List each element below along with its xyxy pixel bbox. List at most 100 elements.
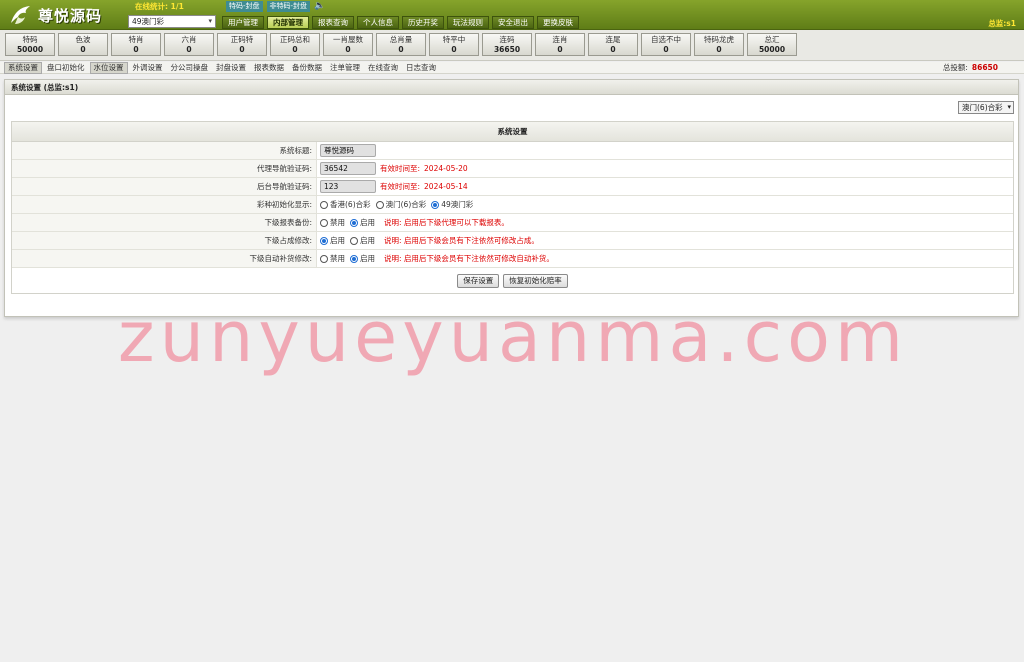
nav-play-rules[interactable]: 玩法规则 (447, 16, 489, 29)
nav-user-management[interactable]: 用户管理 (222, 16, 264, 29)
radio-enable[interactable]: 启用 (350, 253, 375, 264)
quota-item[interactable]: 一肖屋数 0 (323, 33, 373, 56)
radio-disable[interactable]: 禁用 (320, 217, 345, 228)
auto-fill-note: 说明: 启用后下级会员有下注依然可修改自动补货。 (384, 254, 554, 263)
restore-odds-button[interactable]: 恢复初始化赔率 (503, 273, 568, 288)
subnav-branch-trading[interactable]: 分公司操盘 (168, 62, 212, 74)
radio-dot[interactable] (320, 254, 328, 263)
subnav-seal-settings[interactable]: 封盘设置 (213, 62, 249, 74)
radio-dot[interactable] (350, 254, 358, 263)
field-label: 代理导航验证码: (12, 160, 317, 177)
quota-item[interactable]: 连肖 0 (535, 33, 585, 56)
radio-enable[interactable]: 启用 (320, 235, 345, 246)
quota-item[interactable]: 六肖 0 (164, 33, 214, 56)
row-lottery-init: 彩种初始化显示: 香港(6)合彩 澳门(6)合彩 49澳门彩 (12, 196, 1013, 214)
seal-tag-special: 特码-封盘 (226, 1, 263, 12)
online-count: 在线统计: 1/1 (135, 2, 184, 11)
radio-label: 启用 (360, 254, 375, 263)
logo: 尊悦源码 (8, 3, 102, 27)
subnav-report-data[interactable]: 报表数据 (251, 62, 287, 74)
quota-label: 总汇 (764, 35, 780, 44)
subnav-odds-init[interactable]: 盘口初始化 (44, 62, 88, 74)
row-agent-code: 代理导航验证码: 36542 有效时间至: 2024-05-20 (12, 160, 1013, 178)
top-header: 尊悦源码 在线统计: 1/1 49澳门彩 ▾ 特码-封盘 非特码-封盘 🔈 用户… (0, 0, 1024, 30)
quota-value: 0 (345, 45, 351, 54)
total-bet: 总投额: 86650 (943, 62, 998, 74)
quota-item[interactable]: 连码 36650 (482, 33, 532, 56)
quota-item[interactable]: 特平中 0 (429, 33, 479, 56)
subnav-external-settings[interactable]: 外调设置 (130, 62, 166, 74)
quota-value: 0 (292, 45, 298, 54)
subnav-backup-data[interactable]: 备份数据 (289, 62, 325, 74)
field-label: 彩种初始化显示: (12, 196, 317, 213)
field-label: 后台导航验证码: (12, 178, 317, 195)
quota-item[interactable]: 连尾 0 (588, 33, 638, 56)
row-auto-fill: 下级自动补货修改: 禁用 启用 说明: 启用后下级会员有下注依然可修改自动补货。 (12, 250, 1013, 268)
radio-disable[interactable]: 禁用 (320, 253, 345, 264)
radio-label: 禁用 (330, 218, 345, 227)
expiry-date: 2024-05-20 (424, 164, 468, 173)
quota-value: 0 (716, 45, 722, 54)
region-select-value: 澳门(6)合彩 (962, 103, 1003, 112)
region-select[interactable]: 澳门(6)合彩 ▾ (958, 101, 1014, 114)
radio-dot[interactable] (350, 218, 358, 227)
agent-code-input[interactable]: 36542 (320, 162, 376, 175)
quota-item[interactable]: 特码龙虎 0 (694, 33, 744, 56)
quota-label: 正码特 (230, 35, 254, 44)
logo-text: 尊悦源码 (38, 6, 103, 25)
quota-item[interactable]: 总汇 50000 (747, 33, 797, 56)
radio-label: 禁用 (330, 254, 345, 263)
radio-label: 香港(6)合彩 (330, 200, 371, 209)
quota-value: 0 (239, 45, 245, 54)
radio-enable-2[interactable]: 启用 (350, 235, 375, 246)
quota-item[interactable]: 特码 50000 (5, 33, 55, 56)
system-title-input[interactable]: 尊悦源码 (320, 144, 376, 157)
game-select[interactable]: 49澳门彩 ▾ (128, 15, 216, 28)
radio-dot[interactable] (320, 218, 328, 227)
quota-label: 连肖 (552, 35, 568, 44)
nav-personal-info[interactable]: 个人信息 (357, 16, 399, 29)
radio-hongkong[interactable]: 香港(6)合彩 (320, 199, 371, 210)
nav-history-draw[interactable]: 历史开奖 (402, 16, 444, 29)
quota-item[interactable]: 正码特 0 (217, 33, 267, 56)
radio-dot[interactable] (375, 200, 384, 209)
quota-item[interactable]: 正码总和 0 (270, 33, 320, 56)
radio-enable[interactable]: 启用 (350, 217, 375, 228)
top-nav: 用户管理 内部管理 报表查询 个人信息 历史开奖 玩法规则 安全退出 更换皮肤 (222, 16, 579, 29)
row-admin-code: 后台导航验证码: 123 有效时间至: 2024-05-14 (12, 178, 1013, 196)
nav-report-query[interactable]: 报表查询 (312, 16, 354, 29)
speaker-icon[interactable]: 🔈 (314, 2, 325, 11)
radio-dot[interactable] (320, 200, 328, 209)
total-bet-value: 86650 (971, 63, 998, 72)
subnav-online-query[interactable]: 在线查询 (365, 62, 401, 74)
nav-change-skin[interactable]: 更换皮肤 (537, 16, 579, 29)
radio-dot[interactable] (350, 236, 358, 245)
quota-item[interactable]: 自选不中 0 (641, 33, 691, 56)
field-label: 下级占成修改: (12, 232, 317, 249)
nav-logout[interactable]: 安全退出 (492, 16, 534, 29)
radio-dot[interactable] (431, 200, 440, 209)
subnav-log-query[interactable]: 日志查询 (403, 62, 439, 74)
radio-label: 49澳门彩 (441, 200, 474, 209)
radio-dot[interactable] (320, 236, 328, 245)
radio-label: 澳门(6)合彩 (385, 200, 427, 209)
quota-item[interactable]: 总肖量 0 (376, 33, 426, 56)
nav-internal-management[interactable]: 内部管理 (267, 16, 309, 29)
quota-item[interactable]: 色波 0 (58, 33, 108, 56)
seal-tag-normal: 非特码-封盘 (266, 1, 311, 12)
admin-code-input[interactable]: 123 (320, 180, 376, 193)
share-modify-note: 说明: 启用后下级会员有下注依然可修改占成。 (384, 236, 539, 245)
radio-macau[interactable]: 澳门(6)合彩 (375, 199, 427, 210)
settings-form: 系统设置 系统标题: 尊悦源码 代理导航验证码: 36542 有效时间至: 202… (11, 121, 1014, 294)
subnav-system-settings[interactable]: 系统设置 (4, 62, 42, 74)
quota-label: 色波 (75, 35, 91, 44)
subnav-bet-management[interactable]: 注单管理 (327, 62, 363, 74)
admin-code-expiry: 有效时间至: 2024-05-14 (380, 181, 468, 192)
save-button[interactable]: 保存设置 (457, 273, 500, 288)
quota-value: 0 (186, 45, 192, 54)
subnav-water-settings[interactable]: 水位设置 (89, 62, 128, 74)
quota-label: 正码总和 (280, 35, 310, 44)
form-title: 系统设置 (12, 122, 1013, 142)
quota-item[interactable]: 特肖 0 (111, 33, 161, 56)
radio-49-macau[interactable]: 49澳门彩 (431, 199, 473, 210)
